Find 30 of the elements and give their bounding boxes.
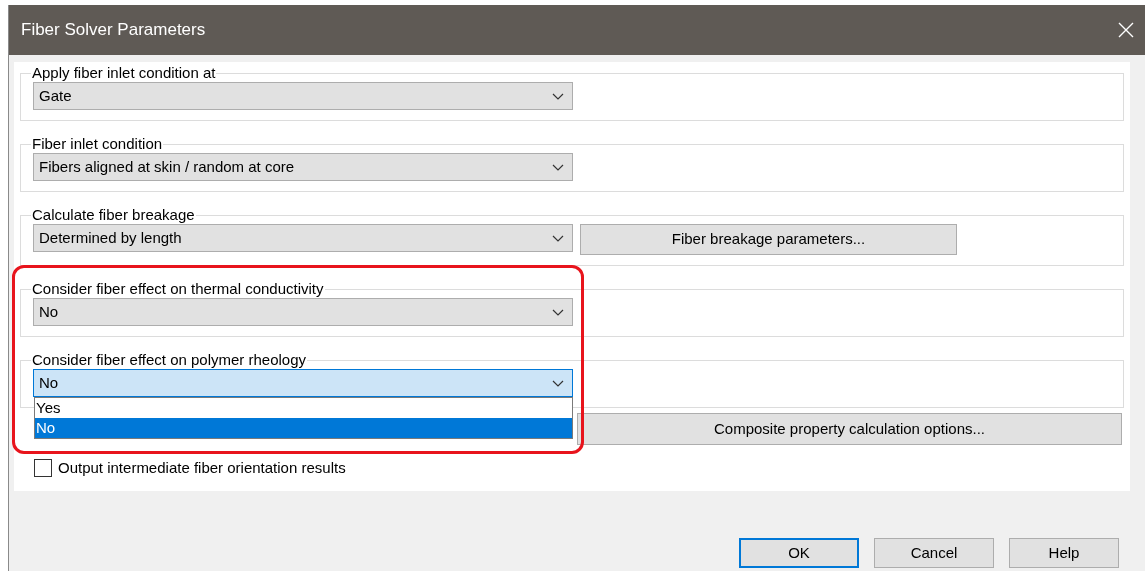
group-label: Apply fiber inlet condition at [31,64,217,82]
group-label: Consider fiber effect on thermal conductivity [31,280,325,298]
dropdown[interactable]: Gate [33,82,573,110]
dialog-button[interactable]: Help [1009,538,1119,568]
dropdown[interactable]: No [33,369,573,397]
dropdown[interactable]: Fibers aligned at skin / random at core [33,153,573,181]
checkbox[interactable] [34,459,52,478]
dropdown[interactable]: No [33,298,573,326]
group-label: Consider fiber effect on polymer rheology [31,351,308,369]
dropdown-value: Determined by length [39,227,182,248]
dropdown-value: No [39,372,59,393]
dropdown-value: Fibers aligned at skin / random at core [39,156,295,177]
group-label: Calculate fiber breakage [31,206,196,224]
fiber-breakage-button[interactable]: Fiber breakage parameters... [580,224,957,255]
composite-options-button[interactable]: Composite property calculation options... [577,413,1122,445]
dialog-button[interactable]: OK [739,538,859,568]
chevron-down-icon [552,308,564,316]
group-label: Fiber inlet condition [31,135,164,153]
window-title: Fiber Solver Parameters [21,19,206,42]
chevron-down-icon [552,163,564,171]
checkbox-label: Output intermediate fiber orientation results [58,458,346,478]
dropdown-value: No [39,301,59,322]
chevron-down-icon [552,92,564,100]
chevron-down-icon [552,379,564,387]
dropdown-option[interactable]: No [35,418,572,438]
close-icon [1118,22,1134,38]
dropdown-value: Gate [39,85,72,106]
dialog-button[interactable]: Cancel [874,538,994,568]
chevron-down-icon [552,234,564,242]
dropdown[interactable]: Determined by length [33,224,573,252]
